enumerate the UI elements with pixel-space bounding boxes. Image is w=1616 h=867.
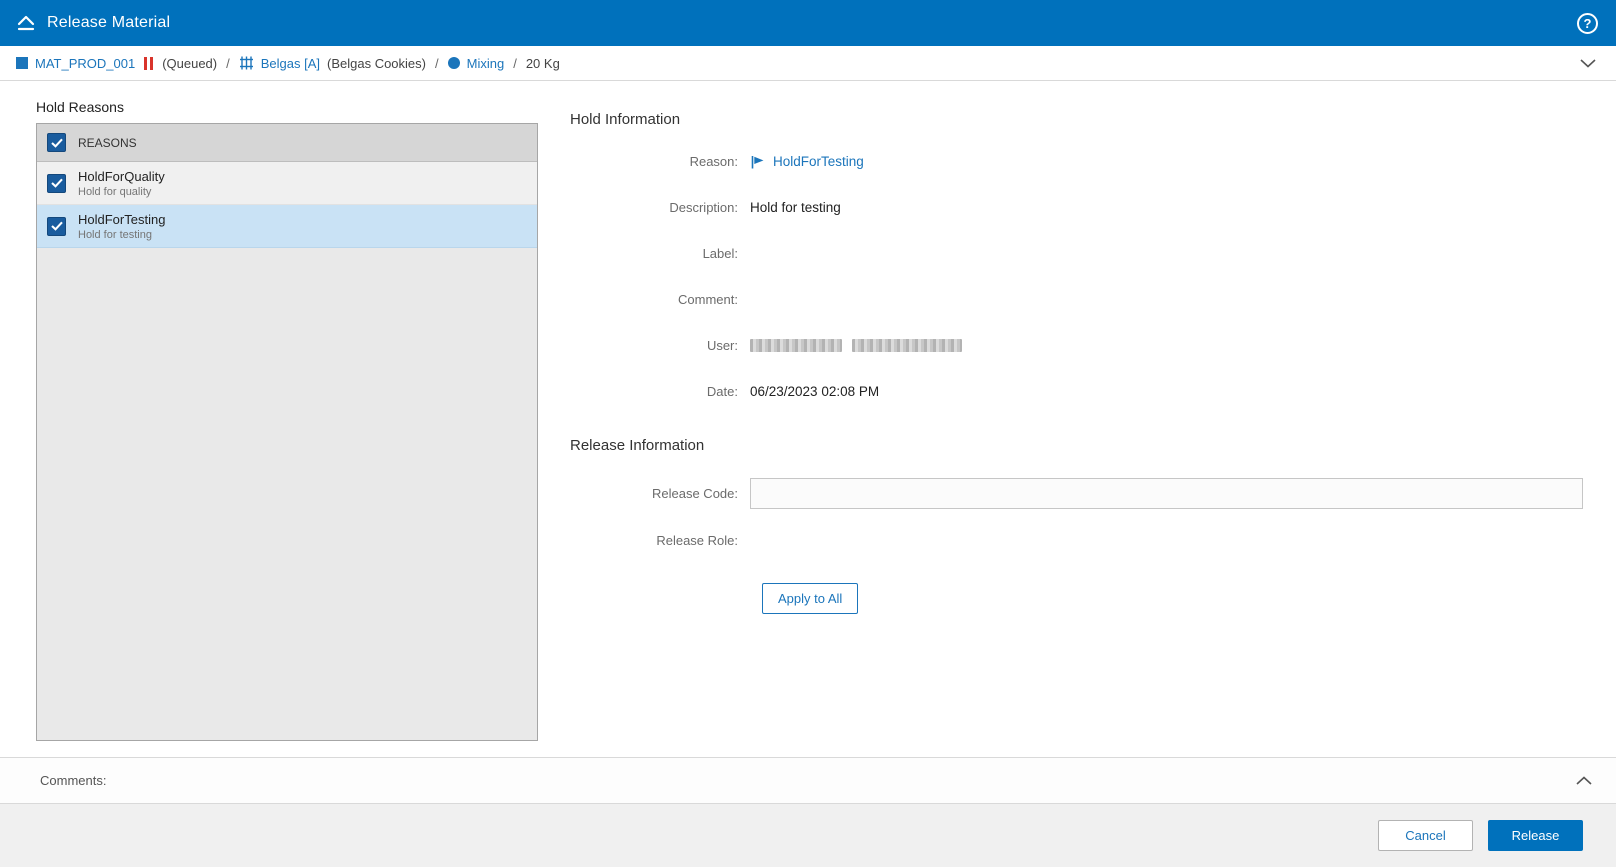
hold-reasons-title: Hold Reasons [36,99,124,115]
hold-status-icon [144,56,154,70]
release-code-label: Release Code: [652,486,738,501]
breadcrumb-material-link[interactable]: MAT_PROD_001 [35,56,135,71]
field-label: Label: [702,246,738,261]
release-information-title: Release Information [570,437,705,454]
release-eject-icon [16,14,36,32]
breadcrumb-separator: / [435,55,439,71]
reason-description: Hold for quality [78,185,152,198]
comments-chevron-up-icon[interactable] [1572,772,1596,789]
list-item-holdforquality[interactable]: HoldForQuality Hold for quality [37,162,537,205]
hold-information-title: Hold Information [570,111,681,128]
field-label-row: Label: [570,244,1583,263]
release-code-row: Release Code: [570,478,1583,509]
hold-information-panel: Hold Information Reason: HoldForTesting … [538,97,1583,757]
flag-icon [750,155,766,169]
field-label: Date: [706,384,738,399]
reason-description: Hold for testing [78,228,152,241]
list-item-holdfortesting[interactable]: HoldForTesting Hold for testing [37,205,537,248]
breadcrumb-chevron-down-icon[interactable] [1576,55,1600,72]
field-label: User: [706,338,738,353]
breadcrumb-separator: / [513,55,517,71]
page-title: Release Material [47,14,171,31]
field-comment: Comment: [570,290,1583,309]
reason-link[interactable]: HoldForTesting [773,154,864,169]
field-user: User: [570,336,1583,355]
field-description: Description: Hold for testing [570,198,1583,217]
equipment-icon [239,56,254,70]
field-value: Hold for testing [750,200,841,215]
hold-reasons-list: REASONS HoldForQuality Hold for quality … [36,123,538,741]
breadcrumb-equipment-link[interactable]: Belgas [A] [261,56,320,71]
select-all-checkbox[interactable] [47,133,66,152]
breadcrumb-separator: / [226,55,230,71]
field-value: 06/23/2023 02:08 PM [750,384,880,399]
comments-bar: Comments: [0,757,1616,803]
release-information-section: Release Information Release Code: Releas… [570,437,1583,614]
main-content: Hold Reasons REASONS HoldForQuality Hold… [0,81,1616,757]
breadcrumb: MAT_PROD_001 (Queued) / Belgas [A] (Belg… [0,46,1616,81]
reason-checkbox[interactable] [47,216,66,236]
breadcrumb-quantity: 20 Kg [525,55,560,71]
release-code-input[interactable] [750,478,1583,509]
reason-name: HoldForQuality [78,168,165,184]
breadcrumb-equipment-desc: (Belgas Cookies) [327,55,426,71]
footer-action-bar: Cancel Release [0,803,1616,867]
reasons-header-row: REASONS [37,124,537,162]
cancel-button[interactable]: Cancel [1378,820,1473,851]
field-label: Reason: [689,154,738,169]
field-label: Comment: [678,292,738,307]
release-button[interactable]: Release [1488,820,1583,851]
operation-icon [447,57,460,69]
reason-checkbox[interactable] [47,173,66,193]
reason-name: HoldForTesting [78,211,166,227]
field-label: Description: [669,200,738,215]
release-role-label: Release Role: [656,533,738,548]
help-icon[interactable]: ? [1577,12,1598,34]
material-icon [16,57,28,69]
field-reason: Reason: HoldForTesting [570,152,1583,171]
field-date: Date: 06/23/2023 02:08 PM [570,382,1583,401]
breadcrumb-operation-link[interactable]: Mixing [467,56,505,71]
comments-label: Comments: [40,773,107,788]
app-header: Release Material ? [0,0,1616,46]
user-value-redacted [750,339,962,352]
breadcrumb-status: (Queued) [162,55,218,71]
apply-to-all-button[interactable]: Apply to All [762,583,859,614]
release-role-row: Release Role: [570,531,1583,550]
reasons-column-header: REASONS [78,135,137,150]
hold-reasons-panel: Hold Reasons REASONS HoldForQuality Hold… [36,97,538,757]
